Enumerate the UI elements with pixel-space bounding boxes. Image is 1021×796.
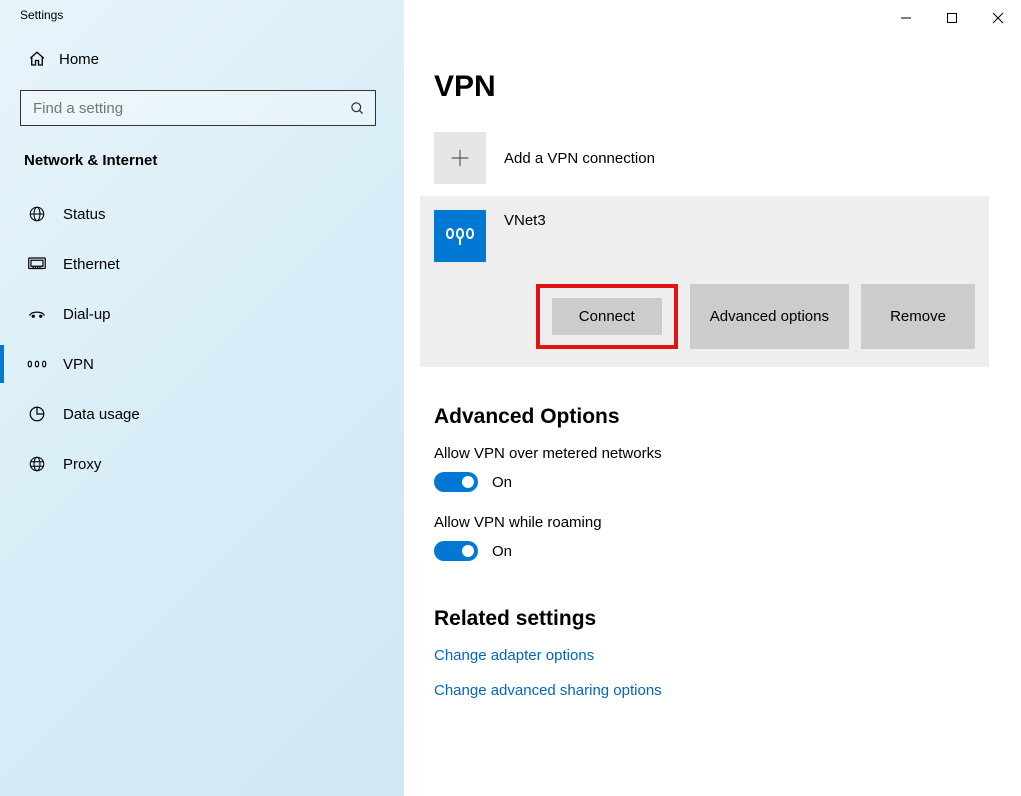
opt-roaming-state: On [492, 543, 512, 560]
vpn-icon [27, 357, 47, 371]
plus-icon [434, 132, 486, 184]
vpn-connection-card[interactable]: VNet3 Connect Advanced options Remove [420, 196, 989, 367]
close-button[interactable] [975, 0, 1021, 36]
vpn-tile-icon [434, 210, 486, 262]
maximize-button[interactable] [929, 0, 975, 36]
add-vpn-button[interactable]: Add a VPN connection [434, 132, 991, 184]
globe-icon [27, 205, 47, 223]
nav-home-label: Home [59, 51, 99, 68]
sidebar-item-vpn[interactable]: VPN [0, 339, 404, 389]
sidebar-item-ethernet[interactable]: Ethernet [0, 239, 404, 289]
opt-metered-label: Allow VPN over metered networks [434, 445, 991, 462]
related-settings-heading: Related settings [434, 607, 991, 631]
ethernet-icon [27, 257, 47, 271]
sidebar-item-label: Proxy [63, 456, 101, 473]
search-input[interactable] [20, 90, 376, 126]
sidebar-item-label: Data usage [63, 406, 140, 423]
link-adapter-options[interactable]: Change adapter options [434, 647, 594, 664]
home-icon [27, 50, 47, 68]
sidebar-item-label: Ethernet [63, 256, 120, 273]
advanced-options-button[interactable]: Advanced options [690, 284, 849, 349]
sidebar: Settings Home Network & Internet Status [0, 0, 404, 796]
sidebar-item-status[interactable]: Status [0, 189, 404, 239]
sidebar-item-label: VPN [63, 356, 94, 373]
connect-button[interactable]: Connect [552, 298, 662, 335]
opt-roaming-label: Allow VPN while roaming [434, 514, 991, 531]
remove-button[interactable]: Remove [861, 284, 975, 349]
opt-roaming-toggle[interactable] [434, 541, 478, 561]
highlight-annotation: Connect [536, 284, 678, 349]
nav-home[interactable]: Home [20, 42, 404, 76]
sidebar-item-proxy[interactable]: Proxy [0, 439, 404, 489]
sidebar-item-datausage[interactable]: Data usage [0, 389, 404, 439]
window-title: Settings [20, 0, 404, 42]
search-field[interactable] [21, 100, 339, 117]
opt-metered-toggle[interactable] [434, 472, 478, 492]
page-title: VPN [434, 70, 991, 104]
main-content: VPN Add a VPN connection VNet3 Connect [404, 0, 1021, 796]
sidebar-item-label: Dial-up [63, 306, 111, 323]
vpn-connection-name: VNet3 [504, 210, 546, 229]
minimize-button[interactable] [883, 0, 929, 36]
sidebar-section-header: Network & Internet [20, 152, 404, 169]
sidebar-item-dialup[interactable]: Dial-up [0, 289, 404, 339]
add-vpn-label: Add a VPN connection [504, 150, 655, 167]
opt-metered-state: On [492, 474, 512, 491]
dialup-icon [27, 307, 47, 321]
proxy-icon [27, 455, 47, 473]
advanced-options-heading: Advanced Options [434, 405, 991, 429]
sidebar-item-label: Status [63, 206, 106, 223]
search-icon [339, 101, 375, 116]
datausage-icon [27, 405, 47, 423]
link-advanced-sharing[interactable]: Change advanced sharing options [434, 682, 662, 699]
